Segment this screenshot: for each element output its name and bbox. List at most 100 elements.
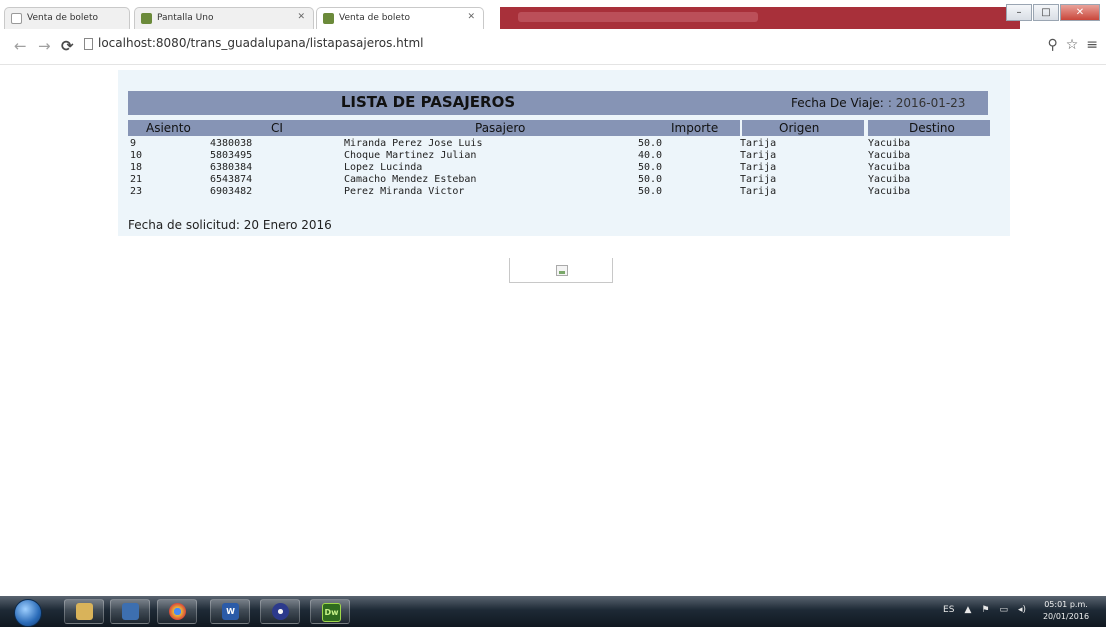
request-date: Fecha de solicitud: 20 Enero 2016: [128, 218, 332, 232]
page-icon: [11, 13, 22, 24]
cell-origen: Tarija: [740, 150, 777, 161]
cell-ci: 4380038: [210, 138, 253, 149]
cell-asiento: 10: [130, 150, 143, 161]
table-row: 10 5803495 Choque Martinez Julian 40.0 T…: [128, 150, 988, 162]
cell-destino: Yacuiba: [868, 150, 911, 161]
col-importe: Importe: [671, 121, 719, 135]
eclipse-icon: [272, 603, 289, 620]
table-header-main: Asiento CI Pasajero Importe: [128, 120, 740, 136]
reload-icon[interactable]: ⟳: [61, 37, 74, 55]
table-row: 21 6543874 Camacho Mendez Esteban 50.0 T…: [128, 174, 988, 186]
cell-importe: 50.0: [638, 138, 663, 149]
cell-asiento: 21: [130, 174, 143, 185]
cell-origen: Tarija: [740, 162, 777, 173]
browser-tab-bar: Venta de boleto Pantalla Uno ✕ Venta de …: [0, 0, 1106, 30]
tab-venta-de-boleto-1[interactable]: Venta de boleto: [4, 7, 130, 29]
travel-date-label: Fecha De Viaje:: [791, 96, 884, 110]
cell-ci: 6903482: [210, 186, 253, 197]
close-window-button[interactable]: ✕: [1060, 4, 1100, 21]
language-indicator[interactable]: ES: [943, 605, 954, 615]
chevron-up-icon[interactable]: ▲: [964, 605, 971, 615]
word-icon: W: [222, 603, 239, 620]
cell-ci: 5803495: [210, 150, 253, 161]
cell-ci: 6543874: [210, 174, 253, 185]
chrome-icon: [169, 603, 186, 620]
dreamweaver-icon: [141, 13, 152, 24]
taskbar-dreamweaver[interactable]: Dw: [310, 599, 350, 624]
cell-importe: 50.0: [638, 162, 663, 173]
clock-time: 05:01 p.m.: [1044, 600, 1088, 609]
page-title: LISTA DE PASAJEROS: [340, 93, 516, 111]
start-button[interactable]: [14, 599, 42, 627]
window-controls: – □ ✕: [1006, 4, 1100, 22]
cell-pasajero: Perez Miranda Victor: [344, 186, 465, 197]
travel-date-value: : 2016-01-23: [887, 96, 966, 110]
cell-pasajero: Lopez Lucinda: [344, 162, 423, 173]
clock[interactable]: 05:01 p.m. 20/01/2016: [1036, 599, 1096, 623]
cell-origen: Tarija: [740, 174, 777, 185]
network-icon[interactable]: ▭: [999, 605, 1008, 615]
cell-ci: 6380384: [210, 162, 253, 173]
blurred-tab-label: [518, 12, 758, 22]
col-origen: Origen: [779, 121, 820, 135]
title-bar: LISTA DE PASAJEROS Fecha De Viaje:: 2016…: [128, 91, 988, 115]
table-row: 9 4380038 Miranda Perez Jose Luis 50.0 T…: [128, 138, 988, 150]
taskbar: W Dw ES ▲ ⚑ ▭ ◂) 05:01 p.m. 20/01/2016: [0, 596, 1106, 627]
taskbar-folder[interactable]: [64, 599, 104, 624]
broken-image-placeholder: [509, 258, 613, 283]
cell-asiento: 9: [130, 138, 137, 149]
cell-destino: Yacuiba: [868, 186, 911, 197]
taskbar-word[interactable]: W: [210, 599, 250, 624]
cell-origen: Tarija: [740, 186, 777, 197]
cell-origen: Tarija: [740, 138, 777, 149]
toolbar-right: ⚲ ☆ ≡: [1047, 37, 1098, 53]
forward-arrow-icon[interactable]: →: [38, 37, 51, 55]
tab-pantalla-uno[interactable]: Pantalla Uno ✕: [134, 7, 314, 29]
cell-importe: 40.0: [638, 150, 663, 161]
cell-importe: 50.0: [638, 174, 663, 185]
url-input[interactable]: localhost:8080/trans_guadalupana/listapa…: [98, 36, 423, 50]
travel-date: Fecha De Viaje:: 2016-01-23: [791, 96, 965, 110]
taskbar-media-player[interactable]: [110, 599, 150, 624]
table-row: 23 6903482 Perez Miranda Victor 50.0 Tar…: [128, 186, 988, 198]
action-center-icon[interactable]: ⚑: [981, 605, 989, 615]
close-icon[interactable]: ✕: [467, 12, 475, 22]
taskbar-eclipse[interactable]: [260, 599, 300, 624]
cell-pasajero: Choque Martinez Julian: [344, 150, 477, 161]
volume-icon[interactable]: ◂): [1018, 605, 1026, 615]
cell-importe: 50.0: [638, 186, 663, 197]
address-bar: ← → ⟳ localhost:8080/trans_guadalupana/l…: [0, 30, 1106, 65]
zoom-icon[interactable]: ⚲: [1047, 37, 1057, 53]
col-ci: CI: [271, 121, 283, 135]
table-row: 18 6380384 Lopez Lucinda 50.0 Tarija Yac…: [128, 162, 988, 174]
dreamweaver-icon: Dw: [322, 603, 341, 622]
close-icon[interactable]: ✕: [297, 12, 305, 22]
tab-venta-de-boleto-2[interactable]: Venta de boleto ✕: [316, 7, 484, 29]
broken-image-icon: [556, 265, 568, 276]
table-header-destino: Destino: [868, 120, 990, 136]
clock-date: 20/01/2016: [1042, 612, 1090, 621]
star-icon[interactable]: ☆: [1066, 37, 1079, 53]
system-tray: ES ▲ ⚑ ▭ ◂): [943, 605, 1026, 615]
inactive-tab-strip[interactable]: [500, 7, 1020, 29]
back-arrow-icon[interactable]: ←: [14, 37, 27, 55]
maximize-button[interactable]: □: [1033, 4, 1059, 21]
cell-pasajero: Miranda Perez Jose Luis: [344, 138, 483, 149]
taskbar-chrome[interactable]: [157, 599, 197, 624]
minimize-button[interactable]: –: [1006, 4, 1032, 21]
media-player-icon: [122, 603, 139, 620]
cell-asiento: 18: [130, 162, 143, 173]
menu-icon[interactable]: ≡: [1086, 37, 1098, 53]
table-header-origen: Origen: [742, 120, 864, 136]
dreamweaver-icon: [323, 13, 334, 24]
col-pasajero: Pasajero: [475, 121, 526, 135]
cell-destino: Yacuiba: [868, 138, 911, 149]
cell-asiento: 23: [130, 186, 143, 197]
page-icon: [84, 38, 93, 50]
cell-destino: Yacuiba: [868, 162, 911, 173]
passenger-list-panel: LISTA DE PASAJEROS Fecha De Viaje:: 2016…: [118, 70, 1010, 236]
cell-destino: Yacuiba: [868, 174, 911, 185]
folder-icon: [76, 603, 93, 620]
passenger-table: 9 4380038 Miranda Perez Jose Luis 50.0 T…: [128, 138, 988, 198]
cell-pasajero: Camacho Mendez Esteban: [344, 174, 477, 185]
